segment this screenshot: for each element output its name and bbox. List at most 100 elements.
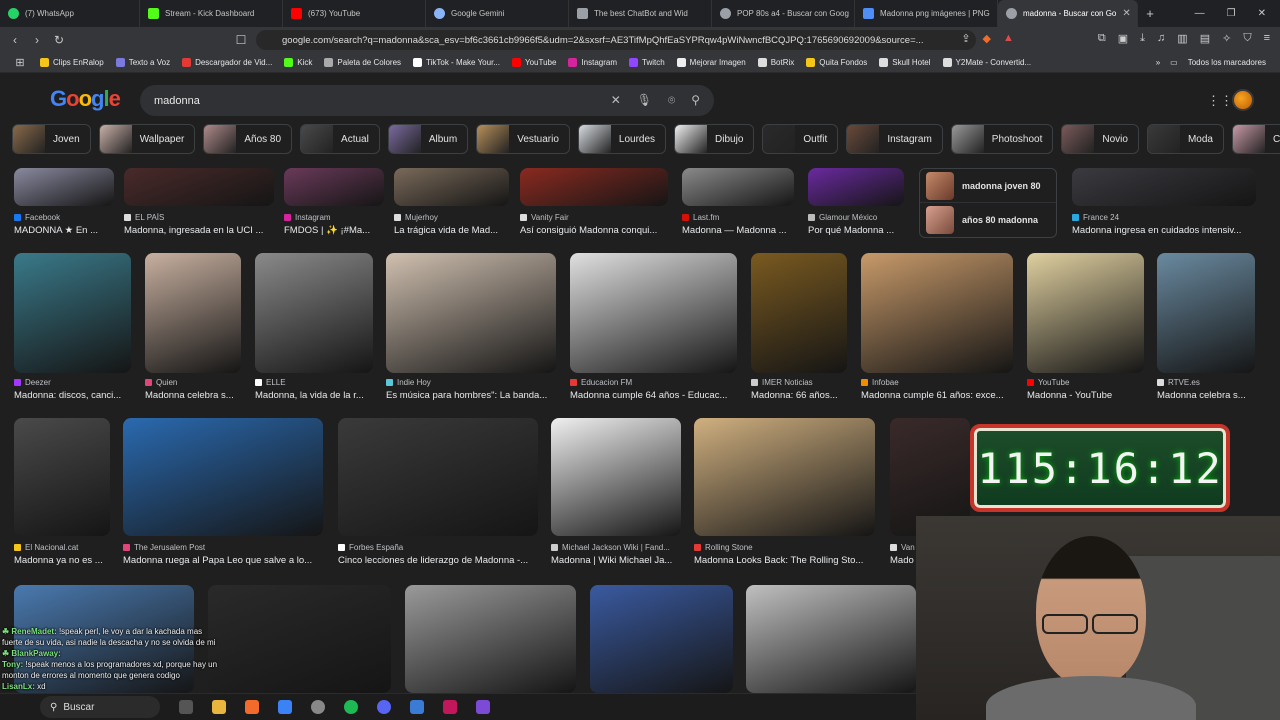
ai-icon[interactable]: ✧ bbox=[1222, 32, 1231, 45]
image-result-thumbnail[interactable] bbox=[14, 253, 131, 373]
chip-cantante[interactable]: Cantante bbox=[1231, 124, 1280, 154]
chip-lourdes[interactable]: Lourdes bbox=[577, 124, 667, 154]
image-result-thumbnail[interactable] bbox=[284, 168, 384, 206]
chip-novio[interactable]: Novio bbox=[1061, 124, 1139, 154]
chip-wallpaper[interactable]: Wallpaper bbox=[98, 124, 196, 154]
result-source[interactable]: Forbes España bbox=[338, 543, 538, 552]
image-result-thumbnail[interactable] bbox=[145, 253, 241, 373]
tab-madonna-search[interactable]: madonna - Buscar con Go ✕ bbox=[998, 0, 1138, 27]
music-icon[interactable]: ♫ bbox=[1157, 32, 1165, 45]
bookmark-item[interactable]: Twitch bbox=[629, 58, 665, 67]
maximize-icon[interactable]: ❐ bbox=[1227, 8, 1236, 19]
result-source[interactable]: Educacion FM bbox=[570, 378, 737, 387]
image-result-thumbnail[interactable] bbox=[694, 418, 875, 536]
all-bookmarks[interactable]: » ▭ Todos los marcadores bbox=[1156, 58, 1266, 67]
image-result-thumbnail[interactable] bbox=[386, 253, 556, 373]
bookmark-item[interactable]: Y2Mate - Convertid... bbox=[942, 58, 1031, 67]
result-title[interactable]: MADONNA ★ En ... bbox=[14, 225, 114, 236]
chip-photoshoot[interactable]: Photoshoot bbox=[950, 124, 1054, 154]
image-result-thumbnail[interactable] bbox=[1072, 168, 1256, 206]
bookmark-item[interactable]: Paleta de Colores bbox=[324, 58, 401, 67]
result-source[interactable]: YouTube bbox=[1027, 378, 1144, 387]
spotify-icon[interactable] bbox=[344, 700, 358, 714]
rewards-icon[interactable]: ▲ bbox=[1003, 32, 1014, 45]
result-title[interactable]: Madonna celebra s... bbox=[1157, 390, 1255, 401]
tab-pop80s[interactable]: POP 80s a4 - Buscar con Goog bbox=[712, 0, 855, 27]
tab-gemini[interactable]: Google Gemini bbox=[426, 0, 569, 27]
result-title[interactable]: Madonna, ingresada en la UCI ... bbox=[124, 225, 274, 236]
image-result-thumbnail[interactable] bbox=[1157, 253, 1255, 373]
wallet-icon[interactable]: ▤ bbox=[1200, 32, 1210, 45]
result-source[interactable]: Last.fm bbox=[682, 213, 794, 222]
reload-button[interactable]: ↻ bbox=[48, 33, 70, 47]
screenshot-icon[interactable]: ▣ bbox=[1118, 32, 1128, 45]
bookmark-item[interactable]: Quita Fondos bbox=[806, 58, 867, 67]
result-title[interactable]: Madonna, la vida de la r... bbox=[255, 390, 373, 401]
bookmark-item[interactable]: TikTok - Make Your... bbox=[413, 58, 500, 67]
suggestion-item[interactable]: años 80 madonna bbox=[920, 203, 1056, 237]
store-icon[interactable] bbox=[278, 700, 292, 714]
result-source[interactable]: Vanity Fair bbox=[520, 213, 668, 222]
image-result-thumbnail[interactable] bbox=[746, 585, 916, 693]
result-title[interactable]: Madonna: 66 años... bbox=[751, 390, 847, 401]
result-source[interactable]: El Nacional.cat bbox=[14, 543, 110, 552]
result-title[interactable]: Madonna | Wiki Michael Ja... bbox=[551, 555, 681, 566]
download-icon[interactable]: ⤓ bbox=[1140, 32, 1145, 45]
result-title[interactable]: Madonna Looks Back: The Rolling Sto... bbox=[694, 555, 875, 566]
result-source[interactable]: The Jerusalem Post bbox=[123, 543, 323, 552]
menu-icon[interactable]: ≡ bbox=[1264, 32, 1270, 45]
bookmark-item[interactable]: Mejorar Imagen bbox=[676, 58, 746, 67]
image-result-thumbnail[interactable] bbox=[124, 168, 274, 206]
bookmark-item[interactable]: Kick bbox=[284, 58, 312, 67]
url-bar[interactable]: google.com/search?q=madonna&sca_esv=bf6c… bbox=[256, 30, 976, 50]
lens-icon[interactable]: ⌾ bbox=[668, 93, 675, 108]
chip-vestuario[interactable]: Vestuario bbox=[476, 124, 570, 154]
image-result-thumbnail[interactable] bbox=[14, 168, 114, 206]
sidebar-icon[interactable]: ▥ bbox=[1177, 32, 1187, 45]
chip-joven[interactable]: Joven bbox=[12, 124, 91, 154]
bookmark-item[interactable]: Instagram bbox=[568, 58, 617, 67]
image-result-thumbnail[interactable] bbox=[551, 418, 681, 536]
result-source[interactable]: EL PAÍS bbox=[124, 213, 274, 222]
result-source[interactable]: France 24 bbox=[1072, 213, 1256, 222]
result-title[interactable]: Por qué Madonna ... bbox=[808, 225, 904, 236]
app-icon[interactable] bbox=[410, 700, 424, 714]
result-title[interactable]: Es música para hombres": La banda... bbox=[386, 390, 556, 401]
chip-años-80[interactable]: Años 80 bbox=[203, 124, 293, 154]
close-window-icon[interactable]: ✕ bbox=[1258, 8, 1266, 19]
image-result-thumbnail[interactable] bbox=[590, 585, 733, 693]
image-result-thumbnail[interactable] bbox=[808, 168, 904, 206]
minimize-icon[interactable]: — bbox=[1195, 8, 1205, 19]
result-title[interactable]: Madonna cumple 61 años: exce... bbox=[861, 390, 1013, 401]
result-title[interactable]: La trágica vida de Mad... bbox=[394, 225, 509, 236]
result-title[interactable]: Madonna ruega al Papa Leo que salve a lo… bbox=[123, 555, 323, 566]
result-title[interactable]: Madonna cumple 64 años - Educac... bbox=[570, 390, 737, 401]
result-source[interactable]: Infobae bbox=[861, 378, 1013, 387]
chip-moda[interactable]: Moda bbox=[1146, 124, 1224, 154]
image-result-thumbnail[interactable] bbox=[1027, 253, 1144, 373]
chip-instagram[interactable]: Instagram bbox=[846, 124, 943, 154]
bookmark-icon[interactable]: ☐ bbox=[230, 33, 252, 47]
brave-browser-icon[interactable] bbox=[245, 700, 259, 714]
search-input[interactable]: madonna bbox=[154, 95, 200, 107]
indesign-icon[interactable] bbox=[443, 700, 457, 714]
result-title[interactable]: Madonna celebra s... bbox=[145, 390, 241, 401]
image-result-thumbnail[interactable] bbox=[123, 418, 323, 536]
bookmark-item[interactable]: Clips EnRalop bbox=[40, 58, 104, 67]
tab-youtube[interactable]: (673) YouTube bbox=[283, 0, 426, 27]
back-button[interactable]: ‹ bbox=[4, 33, 26, 47]
result-source[interactable]: Facebook bbox=[14, 213, 114, 222]
google-logo[interactable]: Google bbox=[50, 86, 121, 112]
close-icon[interactable]: ✕ bbox=[1122, 8, 1130, 19]
microphone-icon[interactable]: 🎙 bbox=[637, 93, 652, 108]
tab-kick[interactable]: Stream - Kick Dashboard bbox=[140, 0, 283, 27]
clear-icon[interactable]: ✕ bbox=[611, 93, 621, 108]
result-title[interactable]: Cinco lecciones de liderazgo de Madonna … bbox=[338, 555, 538, 566]
tab-chatbot[interactable]: The best ChatBot and Wid bbox=[569, 0, 712, 27]
chip-outfit[interactable]: Outfit bbox=[762, 124, 839, 154]
image-result-thumbnail[interactable] bbox=[255, 253, 373, 373]
result-title[interactable]: Madonna: discos, canci... bbox=[14, 390, 131, 401]
extensions-icon[interactable]: ⧉ bbox=[1098, 32, 1106, 45]
tab-whatsapp[interactable]: (7) WhatsApp bbox=[0, 0, 140, 27]
result-source[interactable]: Deezer bbox=[14, 378, 131, 387]
